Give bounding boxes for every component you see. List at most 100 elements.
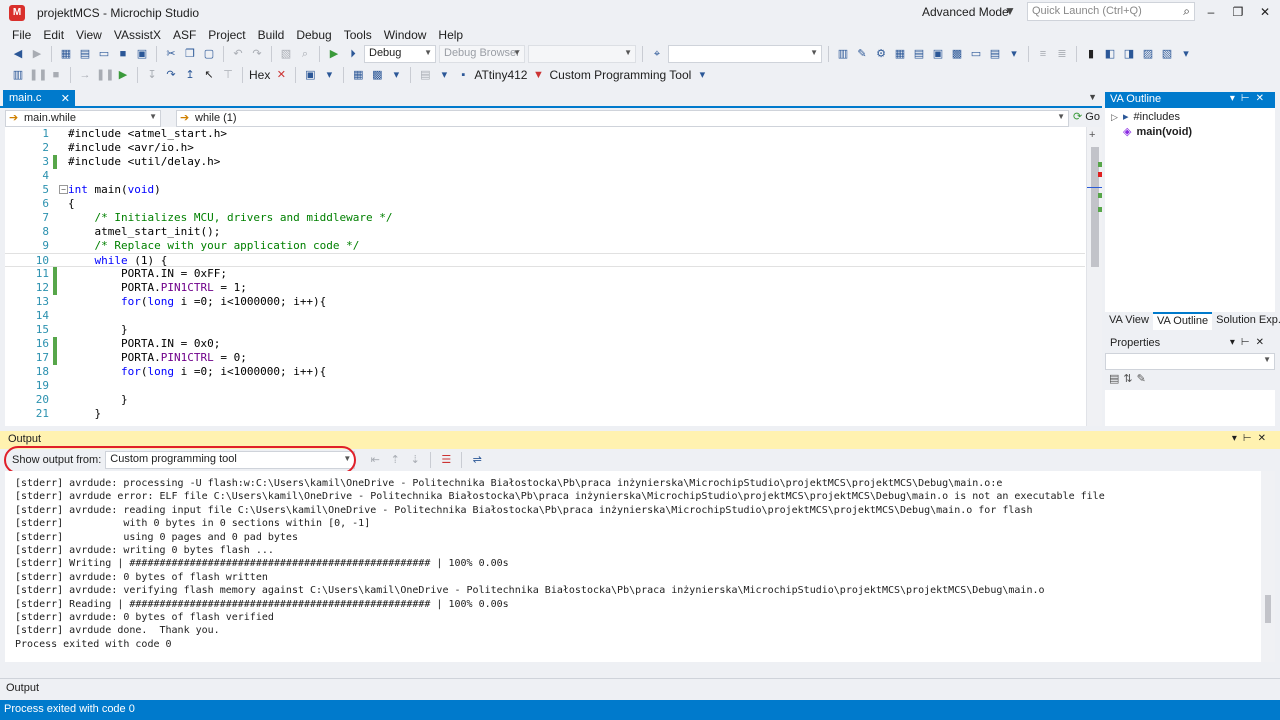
chevron-down-icon[interactable]: ▼ [1088, 92, 1097, 102]
code-line[interactable]: 14 [5, 309, 1085, 323]
class-view-icon[interactable]: ▣ [930, 46, 946, 62]
menu-debug[interactable]: Debug [290, 28, 337, 42]
code-line[interactable]: 17 PORTA.PIN1CTRL = 0; [5, 351, 1085, 365]
redo-icon[interactable]: ↷ [249, 46, 265, 62]
vertical-scrollbar[interactable]: + [1086, 127, 1102, 426]
extension-icon[interactable]: ▦ [892, 46, 908, 62]
show-next-statement-icon[interactable]: → [77, 67, 93, 83]
device-programming-icon[interactable]: ⚙ [873, 46, 889, 62]
bookmark-icon[interactable]: ▮ [1083, 46, 1099, 62]
comment-icon[interactable]: ≡ [1035, 46, 1051, 62]
toolbar-overflow-icon[interactable]: ▾ [694, 67, 710, 83]
property-pages-icon[interactable]: ✎ [1137, 372, 1146, 388]
run-to-cursor-icon[interactable]: ↖ [201, 67, 217, 83]
scrollbar-thumb[interactable] [1265, 595, 1271, 623]
code-line[interactable]: 15 } [5, 323, 1085, 337]
code-line[interactable]: 20 } [5, 393, 1085, 407]
categorized-icon[interactable]: ▤ [1109, 372, 1119, 388]
menu-asf[interactable]: ASF [167, 28, 202, 42]
debug-browser-select[interactable]: Debug Browser ▼ [439, 45, 525, 63]
code-line[interactable]: 21 } [5, 407, 1085, 421]
step-out-icon[interactable]: ↥ [182, 67, 198, 83]
code-line[interactable]: 2 #include <avr/io.h> [5, 141, 1085, 155]
next-bookmark-folder-icon[interactable]: ▨ [1140, 46, 1156, 62]
split-icon[interactable]: + [1089, 129, 1095, 141]
menu-file[interactable]: File [6, 28, 37, 42]
collapse-icon[interactable]: − [59, 185, 68, 194]
toolbar-overflow-icon[interactable]: ▾ [388, 67, 404, 83]
forward-icon[interactable]: ▶ [29, 46, 45, 62]
code-line[interactable]: 12 PORTA.PIN1CTRL = 1; [5, 281, 1085, 295]
platform-select[interactable]: ▼ [528, 45, 636, 63]
outline-item-includes[interactable]: ▷ ▸ #includes [1111, 110, 1180, 123]
output-icon[interactable]: ▤ [987, 46, 1003, 62]
device-selector[interactable]: ATtiny412 [474, 68, 527, 82]
maximize-icon[interactable]: ❐ [1224, 3, 1252, 21]
menu-vassistx[interactable]: VAssistX [108, 28, 167, 42]
start-debugging-icon[interactable]: ▶ [326, 46, 342, 62]
close-window-icon[interactable]: ✕ [1251, 3, 1279, 21]
panel-controls[interactable]: ▾⊢✕ [1232, 433, 1272, 444]
new-project-icon[interactable]: ▦ [58, 46, 74, 62]
object-browser-icon[interactable]: ▩ [949, 46, 965, 62]
paste-icon[interactable]: ▢ [201, 46, 217, 62]
code-line[interactable]: 9 /* Replace with your application code … [5, 239, 1085, 253]
menu-tools[interactable]: Tools [338, 28, 378, 42]
disable-breakpoints-icon[interactable]: ✕ [273, 67, 289, 83]
chip-icon[interactable]: ▪ [455, 67, 471, 83]
rebuild-icon[interactable]: ▩ [369, 67, 385, 83]
word-wrap-icon[interactable]: ⇌ [469, 452, 485, 468]
toolbar-overflow-icon[interactable]: ▾ [321, 67, 337, 83]
tab-solution-explorer[interactable]: Solution Exp... [1212, 312, 1280, 330]
open-file-icon[interactable]: ▭ [96, 46, 112, 62]
menu-window[interactable]: Window [378, 28, 433, 42]
output-vertical-scrollbar[interactable] [1261, 471, 1275, 662]
code-line[interactable]: 10 while (1) { [5, 253, 1085, 267]
find-in-files-icon[interactable]: ⌖ [649, 46, 665, 62]
back-icon[interactable]: ◀ [10, 46, 26, 62]
code-line[interactable]: 4 [5, 169, 1085, 183]
go-button[interactable]: ⟳ Go [1073, 110, 1100, 127]
tab-va-view[interactable]: VA View [1105, 312, 1153, 330]
advanced-mode-label[interactable]: Advanced Mode [922, 5, 1009, 19]
tab-main-c[interactable]: main.c ✕ [3, 90, 75, 108]
expand-icon[interactable]: ▷ [1111, 112, 1123, 123]
add-item-icon[interactable]: ▤ [77, 46, 93, 62]
alphabetical-icon[interactable]: ⇅ [1123, 372, 1132, 388]
code-line[interactable]: 8 atmel_start_init(); [5, 225, 1085, 239]
code-line[interactable]: 19 [5, 379, 1085, 393]
minimize-icon[interactable]: – [1197, 3, 1225, 21]
toolbar-overflow-icon[interactable]: ▾ [436, 67, 452, 83]
code-line[interactable]: 1 #include <atmel_start.h> [5, 127, 1085, 141]
build-solution-icon[interactable]: ▤ [417, 67, 433, 83]
filter-icon[interactable]: ▼ [1004, 4, 1016, 18]
prev-message-icon[interactable]: ⇡ [387, 452, 403, 468]
menu-edit[interactable]: Edit [37, 28, 70, 42]
code-line[interactable]: 5 − int main(void) [5, 183, 1085, 197]
code-line[interactable]: 7 /* Initializes MCU, drivers and middle… [5, 211, 1085, 225]
save-all-icon[interactable]: ▣ [134, 46, 150, 62]
reset-icon[interactable]: ⊤ [220, 67, 236, 83]
hex-toggle[interactable]: Hex [249, 68, 270, 82]
disassembly-icon[interactable]: ▥ [10, 67, 26, 83]
debug-windows-icon[interactable]: ▣ [302, 67, 318, 83]
outline-item-main[interactable]: ◈ main(void) [1111, 125, 1192, 138]
quick-launch-input[interactable]: Quick Launch (Ctrl+Q) ⌕ [1027, 2, 1195, 21]
code-line[interactable]: 6{ [5, 197, 1085, 211]
clear-all-icon[interactable]: ☰ [438, 452, 454, 468]
wrench-icon[interactable]: ✎ [854, 46, 870, 62]
break-all-icon[interactable]: ❚❚ [29, 67, 47, 83]
toolbar-overflow-icon[interactable]: ▾ [1178, 46, 1194, 62]
code-line[interactable]: 13 for(long i =0; i<1000000; i++){ [5, 295, 1085, 309]
output-text-area[interactable]: [stderr] avrdude: processing -U flash:w:… [5, 471, 1275, 662]
tab-va-outline[interactable]: VA Outline [1152, 312, 1213, 330]
step-over-icon[interactable]: ↷ [163, 67, 179, 83]
find-message-icon[interactable]: ⇤ [367, 452, 383, 468]
undo-icon[interactable]: ↶ [230, 46, 246, 62]
pause-icon[interactable]: ❚❚ [96, 67, 114, 83]
toolbox-icon[interactable]: ▤ [911, 46, 927, 62]
scope-select[interactable]: ➔ main.while ▼ [5, 110, 161, 127]
panel-controls[interactable]: ▾⊢✕ [1230, 337, 1270, 348]
stop-icon[interactable]: ■ [48, 67, 64, 83]
next-message-icon[interactable]: ⇣ [407, 452, 423, 468]
